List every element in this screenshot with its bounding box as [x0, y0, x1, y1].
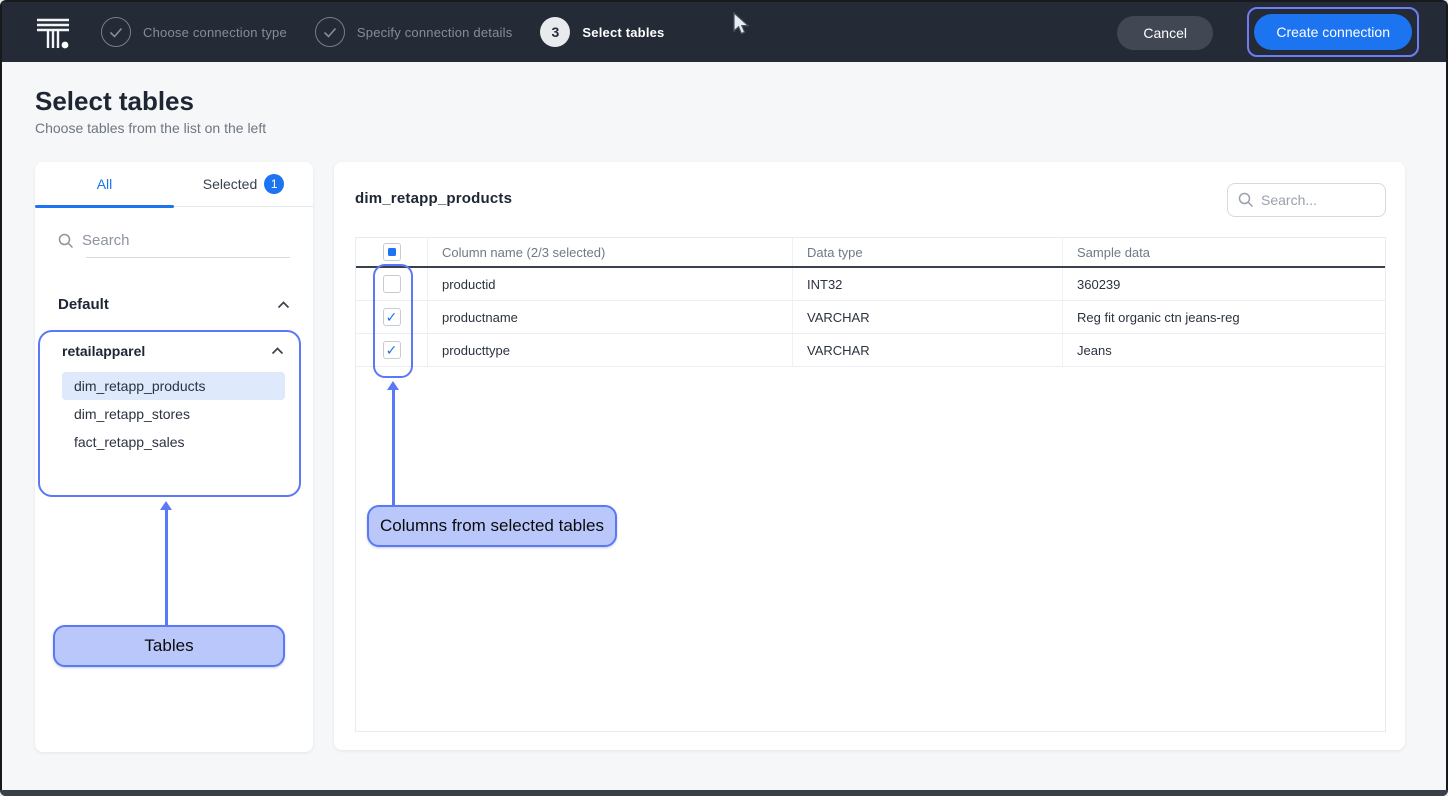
step-choose-connection-type: Choose connection type [101, 17, 287, 47]
table-list: dim_retapp_products dim_retapp_stores fa… [62, 372, 285, 456]
table-item-dim-retapp-products[interactable]: dim_retapp_products [62, 372, 285, 400]
cell-column-name: productid [428, 268, 793, 300]
check-icon [315, 17, 345, 47]
table-row: productid INT32 360239 [356, 268, 1385, 301]
step-select-tables: 3 Select tables [540, 17, 664, 47]
cell-column-name: productname [428, 301, 793, 333]
page-subtitle: Choose tables from the list on the left [35, 120, 266, 136]
sidebar-search [58, 232, 290, 258]
columns-table-header: Column name (2/3 selected) Data type Sam… [356, 238, 1385, 268]
columns-callout-arrowhead [387, 381, 399, 390]
table-item-label: fact_retapp_sales [74, 434, 185, 450]
schema-label: retailapparel [62, 343, 145, 359]
wizard-steps: Choose connection type Specify connectio… [101, 17, 665, 47]
tab-all[interactable]: All [35, 162, 174, 206]
row-checkbox[interactable] [383, 308, 401, 326]
select-all-checkbox[interactable] [383, 243, 401, 261]
search-underline [86, 257, 290, 258]
header-sample-data: Sample data [1063, 238, 1387, 266]
step-label: Select tables [582, 25, 664, 40]
tab-selected-label: Selected [203, 176, 257, 192]
create-connection-annotation-outline: Create connection [1247, 7, 1419, 57]
columns-table: Column name (2/3 selected) Data type Sam… [355, 237, 1386, 732]
search-icon [58, 233, 74, 249]
sidebar-search-input[interactable] [82, 232, 272, 249]
table-row: productname VARCHAR Reg fit organic ctn … [356, 301, 1385, 334]
cell-data-type: INT32 [793, 268, 1063, 300]
app-window: Choose connection type Specify connectio… [0, 0, 1448, 796]
wizard-header: Choose connection type Specify connectio… [2, 2, 1446, 62]
row-checkbox[interactable] [383, 275, 401, 293]
table-row: producttype VARCHAR Jeans [356, 334, 1385, 367]
check-icon [101, 17, 131, 47]
sidebar-tabs: All Selected 1 [35, 162, 313, 207]
table-item-dim-retapp-stores[interactable]: dim_retapp_stores [62, 400, 285, 428]
window-bottom-edge [0, 790, 1448, 796]
tab-selected[interactable]: Selected 1 [174, 162, 313, 206]
tables-callout-label: Tables [53, 625, 285, 667]
header-column-name: Column name (2/3 selected) [428, 238, 793, 266]
table-item-label: dim_retapp_stores [74, 406, 190, 422]
page-title: Select tables [35, 86, 194, 117]
step-number-badge: 3 [540, 17, 570, 47]
columns-panel: dim_retapp_products Column name (2/3 sel… [334, 162, 1405, 750]
columns-callout-arrow [392, 389, 395, 505]
step-label: Choose connection type [143, 25, 287, 40]
header-data-type: Data type [793, 238, 1063, 266]
chevron-up-icon [271, 347, 284, 355]
mouse-cursor [731, 12, 751, 38]
tab-all-label: All [97, 176, 113, 192]
tables-callout-arrowhead [160, 501, 172, 510]
thoughtspot-logo-icon [35, 14, 71, 50]
selected-table-title: dim_retapp_products [355, 190, 512, 207]
cell-column-name: producttype [428, 334, 793, 366]
active-tab-underline [35, 205, 174, 208]
cell-sample-data: Reg fit organic ctn jeans-reg [1063, 301, 1387, 333]
create-connection-button[interactable]: Create connection [1254, 14, 1412, 50]
row-checkbox[interactable] [383, 341, 401, 359]
chevron-up-icon [277, 301, 290, 309]
cell-sample-data: Jeans [1063, 334, 1387, 366]
columns-search [1227, 183, 1386, 217]
table-item-fact-retapp-sales[interactable]: fact_retapp_sales [62, 428, 285, 456]
selected-count-badge: 1 [264, 174, 284, 194]
tables-callout-arrow [165, 509, 168, 625]
columns-search-input[interactable] [1261, 192, 1371, 208]
cell-data-type: VARCHAR [793, 301, 1063, 333]
cancel-button[interactable]: Cancel [1117, 16, 1213, 50]
step-specify-connection-details: Specify connection details [315, 17, 513, 47]
group-default[interactable]: Default [58, 296, 290, 313]
schema-retailapparel[interactable]: retailapparel [62, 343, 284, 359]
cell-sample-data: 360239 [1063, 268, 1387, 300]
columns-callout-label: Columns from selected tables [367, 505, 617, 547]
tables-sidebar: All Selected 1 Default [35, 162, 313, 752]
step-label: Specify connection details [357, 25, 513, 40]
table-item-label: dim_retapp_products [74, 378, 206, 394]
group-default-label: Default [58, 296, 109, 313]
cell-data-type: VARCHAR [793, 334, 1063, 366]
search-icon [1238, 192, 1254, 208]
